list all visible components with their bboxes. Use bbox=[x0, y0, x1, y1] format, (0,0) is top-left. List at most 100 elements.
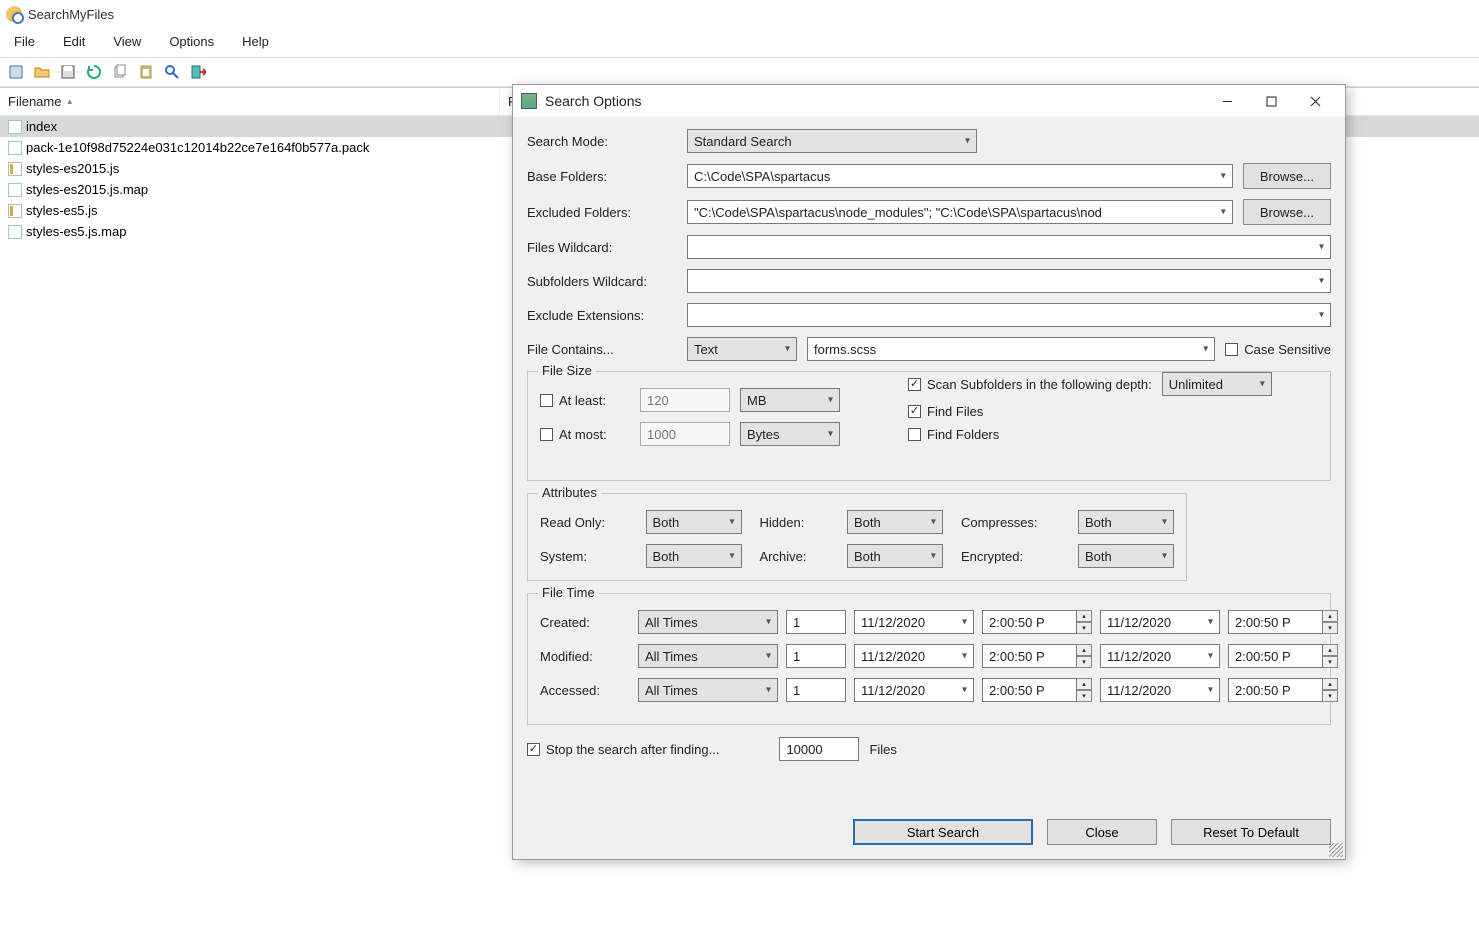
col-filename[interactable]: Filename ▴ bbox=[0, 88, 500, 115]
at-least-check[interactable]: At least: bbox=[540, 393, 630, 408]
stop-after-check[interactable]: Stop the search after finding... bbox=[527, 742, 719, 757]
dialog-footer: Start Search Close Reset To Default bbox=[513, 811, 1345, 859]
system-combo[interactable]: Both▾ bbox=[646, 544, 742, 568]
contains-type-combo[interactable]: Text▾ bbox=[687, 337, 797, 361]
file-icon bbox=[8, 141, 22, 155]
lbl-accessed: Accessed: bbox=[540, 683, 630, 698]
close-button[interactable] bbox=[1293, 86, 1337, 116]
menu-edit[interactable]: Edit bbox=[59, 32, 89, 51]
created-date2[interactable]: 11/12/2020▾ bbox=[1100, 610, 1220, 634]
created-count[interactable]: 1 bbox=[786, 610, 846, 634]
file-icon bbox=[8, 225, 22, 239]
lbl-encrypted: Encrypted: bbox=[961, 549, 1060, 564]
depth-combo[interactable]: Unlimited▾ bbox=[1162, 372, 1272, 396]
group-file-size: File Size bbox=[538, 363, 596, 378]
lbl-files-word: Files bbox=[869, 742, 896, 757]
search-mode-combo[interactable]: Standard Search▾ bbox=[687, 129, 977, 153]
contains-value-combo[interactable]: forms.scss▾ bbox=[807, 337, 1215, 361]
lbl-modified: Modified: bbox=[540, 649, 630, 664]
tb-open-icon[interactable] bbox=[32, 62, 52, 82]
tb-paste-icon[interactable] bbox=[136, 62, 156, 82]
modified-mode-combo[interactable]: All Times▾ bbox=[638, 644, 778, 668]
file-name: styles-es5.js.map bbox=[26, 224, 126, 239]
close-dialog-button[interactable]: Close bbox=[1047, 819, 1157, 845]
tb-exit-icon[interactable] bbox=[188, 62, 208, 82]
file-icon bbox=[8, 120, 22, 134]
resize-grip[interactable] bbox=[1329, 843, 1343, 857]
at-most-check[interactable]: At most: bbox=[540, 427, 630, 442]
created-time2[interactable]: 2:00:50 P▴▾ bbox=[1228, 610, 1338, 634]
browse-excluded-button[interactable]: Browse... bbox=[1243, 199, 1331, 225]
start-search-button[interactable]: Start Search bbox=[853, 819, 1033, 845]
at-least-value[interactable]: 120 bbox=[640, 388, 730, 412]
accessed-date2[interactable]: 11/12/2020▾ bbox=[1100, 678, 1220, 702]
lbl-search-mode: Search Mode: bbox=[527, 134, 677, 149]
at-most-value[interactable]: 1000 bbox=[640, 422, 730, 446]
accessed-mode-combo[interactable]: All Times▾ bbox=[638, 678, 778, 702]
lbl-excluded-folders: Excluded Folders: bbox=[527, 205, 677, 220]
reset-default-button[interactable]: Reset To Default bbox=[1171, 819, 1331, 845]
readonly-combo[interactable]: Both▾ bbox=[646, 510, 742, 534]
tb-copy-icon[interactable] bbox=[110, 62, 130, 82]
lbl-created: Created: bbox=[540, 615, 630, 630]
menu-help[interactable]: Help bbox=[238, 32, 273, 51]
find-folders-check[interactable]: Find Folders bbox=[908, 427, 1272, 442]
created-mode-combo[interactable]: All Times▾ bbox=[638, 610, 778, 634]
base-folders-combo[interactable]: C:\Code\SPA\spartacus▾ bbox=[687, 164, 1233, 188]
file-name: styles-es2015.js bbox=[26, 161, 119, 176]
menu-view[interactable]: View bbox=[109, 32, 145, 51]
encrypted-combo[interactable]: Both▾ bbox=[1078, 544, 1174, 568]
minimize-button[interactable] bbox=[1205, 86, 1249, 116]
case-sensitive-check[interactable]: Case Sensitive bbox=[1225, 342, 1331, 357]
modified-date1[interactable]: 11/12/2020▾ bbox=[854, 644, 974, 668]
menubar: File Edit View Options Help bbox=[0, 28, 1479, 57]
tb-save-icon[interactable] bbox=[58, 62, 78, 82]
hidden-combo[interactable]: Both▾ bbox=[847, 510, 943, 534]
tb-refresh-icon[interactable] bbox=[84, 62, 104, 82]
created-time1[interactable]: 2:00:50 P▴▾ bbox=[982, 610, 1092, 634]
accessed-count[interactable]: 1 bbox=[786, 678, 846, 702]
modified-date2[interactable]: 11/12/2020▾ bbox=[1100, 644, 1220, 668]
exclude-ext-combo[interactable]: ▾ bbox=[687, 303, 1331, 327]
lbl-archive: Archive: bbox=[760, 549, 829, 564]
window-title: SearchMyFiles bbox=[28, 7, 114, 22]
col-filename-label: Filename bbox=[8, 94, 61, 109]
menu-options[interactable]: Options bbox=[165, 32, 218, 51]
accessed-date1[interactable]: 11/12/2020▾ bbox=[854, 678, 974, 702]
file-icon bbox=[8, 183, 22, 197]
tb-search-icon[interactable] bbox=[162, 62, 182, 82]
lbl-hidden: Hidden: bbox=[760, 515, 829, 530]
excluded-folders-combo[interactable]: "C:\Code\SPA\spartacus\node_modules"; "C… bbox=[687, 200, 1233, 224]
browse-base-button[interactable]: Browse... bbox=[1243, 163, 1331, 189]
menu-file[interactable]: File bbox=[10, 32, 39, 51]
archive-combo[interactable]: Both▾ bbox=[847, 544, 943, 568]
stop-count-input[interactable]: 10000 bbox=[779, 737, 859, 761]
modified-count[interactable]: 1 bbox=[786, 644, 846, 668]
accessed-time2[interactable]: 2:00:50 P▴▾ bbox=[1228, 678, 1338, 702]
find-files-check[interactable]: Find Files bbox=[908, 404, 1272, 419]
modified-time1[interactable]: 2:00:50 P▴▾ bbox=[982, 644, 1092, 668]
lbl-exclude-ext: Exclude Extensions: bbox=[527, 308, 677, 323]
created-date1[interactable]: 11/12/2020▾ bbox=[854, 610, 974, 634]
maximize-button[interactable] bbox=[1249, 86, 1293, 116]
compresses-combo[interactable]: Both▾ bbox=[1078, 510, 1174, 534]
dialog-titlebar[interactable]: Search Options bbox=[513, 85, 1345, 117]
dialog-title: Search Options bbox=[545, 93, 642, 109]
toolbar bbox=[0, 57, 1479, 87]
js-file-icon bbox=[8, 162, 22, 176]
scan-subfolders-check[interactable]: Scan Subfolders in the following depth: bbox=[908, 377, 1152, 392]
at-least-unit[interactable]: MB▾ bbox=[740, 388, 840, 412]
files-wildcard-combo[interactable]: ▾ bbox=[687, 235, 1331, 259]
lbl-compresses: Compresses: bbox=[961, 515, 1060, 530]
group-file-time: File Time bbox=[538, 585, 599, 600]
group-attributes: Attributes bbox=[538, 485, 601, 500]
lbl-files-wildcard: Files Wildcard: bbox=[527, 240, 677, 255]
sort-asc-icon: ▴ bbox=[67, 96, 72, 107]
js-file-icon bbox=[8, 204, 22, 218]
modified-time2[interactable]: 2:00:50 P▴▾ bbox=[1228, 644, 1338, 668]
tb-new-icon[interactable] bbox=[6, 62, 26, 82]
accessed-time1[interactable]: 2:00:50 P▴▾ bbox=[982, 678, 1092, 702]
at-most-unit[interactable]: Bytes▾ bbox=[740, 422, 840, 446]
subfolders-wildcard-combo[interactable]: ▾ bbox=[687, 269, 1331, 293]
file-name: styles-es2015.js.map bbox=[26, 182, 148, 197]
